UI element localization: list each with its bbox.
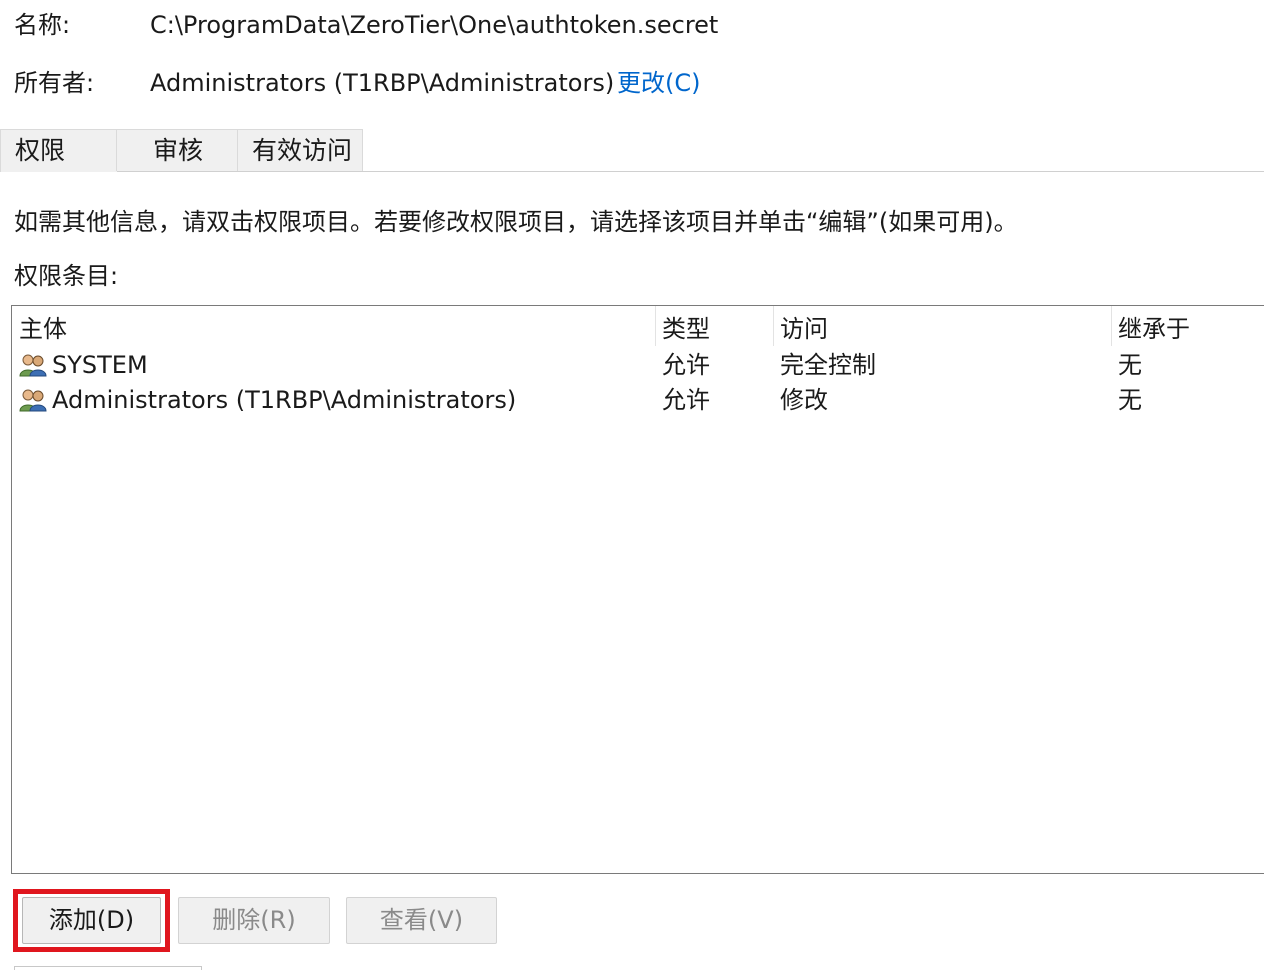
owner-label: 所有者:	[14, 69, 95, 97]
column-header-principal[interactable]: 主体	[19, 314, 67, 344]
type-cell: 允许	[662, 351, 710, 379]
advanced-security-settings: 名称: C:\ProgramData\ZeroTier\One\authtoke…	[0, 0, 1264, 970]
tab-effective-access[interactable]: 有效访问	[237, 129, 363, 171]
remove-button[interactable]: 删除(R)	[178, 897, 330, 944]
inherited-from-cell: 无	[1118, 386, 1142, 414]
name-value[interactable]: C:\ProgramData\ZeroTier\One\authtoken.se…	[150, 10, 718, 40]
tab-auditing[interactable]: 审核	[116, 129, 238, 171]
access-cell: 完全控制	[780, 351, 876, 379]
column-header-access[interactable]: 访问	[780, 314, 828, 344]
principal-cell: Administrators (T1RBP\Administrators)	[52, 386, 517, 414]
tab-label: 审核	[153, 136, 204, 165]
user-group-icon	[19, 354, 47, 377]
tab-label: 有效访问	[252, 136, 353, 165]
column-separator[interactable]	[655, 306, 656, 346]
tab-permissions[interactable]: 权限	[0, 129, 117, 172]
permission-entries-label: 权限条目:	[14, 262, 119, 290]
owner-value: Administrators (T1RBP\Administrators)	[150, 69, 615, 97]
type-cell: 允许	[662, 386, 710, 414]
view-button[interactable]: 查看(V)	[346, 897, 497, 944]
partial-button-edge	[14, 966, 202, 970]
name-label: 名称:	[14, 11, 71, 39]
tab-label: 权限	[15, 136, 66, 165]
column-header-type[interactable]: 类型	[662, 314, 710, 344]
column-separator[interactable]	[773, 306, 774, 346]
column-header-inherited-from[interactable]: 继承于	[1118, 314, 1190, 344]
permission-entries-list[interactable]: 主体 类型 访问 继承于 SYSTEM 允许 完全控制 无 Administra…	[11, 305, 1264, 874]
inherited-from-cell: 无	[1118, 351, 1142, 379]
change-owner-link[interactable]: 更改(C)	[617, 68, 700, 98]
table-row[interactable]: Administrators (T1RBP\Administrators) 允许…	[14, 383, 1264, 417]
user-group-icon	[19, 389, 47, 412]
table-row[interactable]: SYSTEM 允许 完全控制 无	[14, 348, 1264, 382]
principal-cell: SYSTEM	[52, 351, 148, 379]
access-cell: 修改	[780, 386, 828, 414]
column-separator[interactable]	[1111, 306, 1112, 346]
permissions-description: 如需其他信息，请双击权限项目。若要修改权限项目，请选择该项目并单击“编辑”(如果…	[14, 208, 1018, 236]
highlight-box	[13, 889, 170, 952]
